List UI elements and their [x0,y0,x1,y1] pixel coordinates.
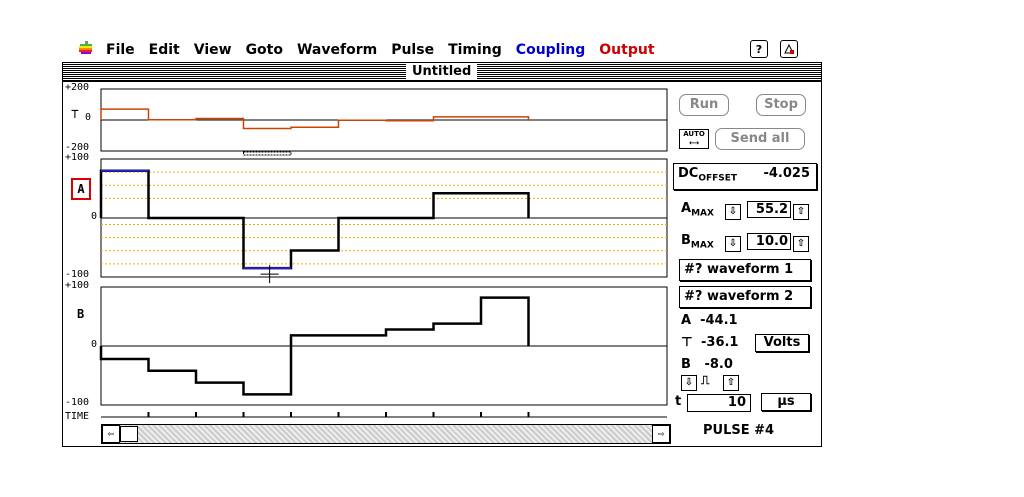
scroll-thumb[interactable] [120,426,138,442]
time-axis-label: TIME [65,411,90,422]
apple-menu-icon[interactable] [78,40,96,60]
offset-icon: ⊤ [71,107,79,122]
b-ymax-label: +100 [65,280,90,291]
t-value-field[interactable]: 10 [687,394,751,412]
menu-view[interactable]: View [194,42,232,58]
a-ymin-label: -100 [65,269,90,280]
menu-file[interactable]: File [106,42,135,58]
dc-offset-value: -4.025 [763,166,810,181]
menu-timing[interactable]: Timing [448,42,502,58]
window-title: Untitled [406,64,478,80]
waveform-scale-icon: ⎍ [701,373,710,387]
menu-goto[interactable]: Goto [246,42,283,58]
channel-a-label[interactable]: A [71,178,91,200]
menu-edit[interactable]: Edit [149,42,180,58]
channel-b-label: B [77,307,85,321]
bmax-label: B [681,233,691,248]
dc-offset-label: DC [678,166,699,181]
app-icon[interactable] [780,40,798,58]
time-unit-button[interactable]: µs [761,393,811,411]
scroll-right-icon[interactable]: ⇨ [652,425,670,443]
menu-waveform[interactable]: Waveform [297,42,377,58]
plot-canvas[interactable] [63,81,669,446]
help-icon[interactable]: ? [750,40,768,58]
waveform1-button[interactable]: #? waveform 1 [679,259,811,281]
menu-coupling[interactable]: Coupling [516,42,585,58]
dc-offset-sub: OFFSET [698,173,738,184]
units-button[interactable]: Volts [755,334,809,352]
bmax-up-icon[interactable]: ⇧ [793,236,809,252]
bmax-value[interactable]: 10.0 [747,233,791,250]
window-title-bar[interactable]: Untitled [63,62,821,82]
bmax-down-icon[interactable]: ⇩ [725,236,741,252]
amax-label: A [681,201,692,216]
auto-label: AUTO [683,130,705,138]
selection-marker [243,151,292,156]
bmax-row: BMAX [681,233,714,251]
auto-toggle[interactable]: AUTO ⟷ [679,129,709,149]
scroll-left-icon[interactable]: ⇦ [102,425,120,443]
b-ymin-label: -100 [65,397,90,408]
top-yzero-label: 0 [85,112,92,123]
top-ymax-label: +200 [65,82,90,93]
horizontal-scrollbar[interactable]: ⇦ ⇨ [101,424,671,444]
b-yzero-label: 0 [91,339,98,350]
scale-up-icon[interactable]: ⇧ [723,375,739,391]
menu-output[interactable]: Output [599,42,654,58]
a-yzero-label: 0 [91,211,98,222]
waveform2-button[interactable]: #? waveform 2 [679,286,811,308]
waveform-top [100,108,530,130]
a-readout: A -44.1 [681,313,738,328]
run-button[interactable]: Run [679,94,729,116]
amax-value[interactable]: 55.2 [747,201,791,218]
b-readout: B -8.0 [681,357,733,372]
bmax-sub: MAX [690,240,714,251]
menu-bar: File Edit View Goto Waveform Pulse Timin… [78,40,669,60]
pulse-label: PULSE #4 [703,423,775,438]
send-all-button[interactable]: Send all [715,128,805,150]
scale-down-icon[interactable]: ⇩ [681,375,697,391]
dc-offset-field[interactable]: DCOFFSET -4.025 [673,163,817,190]
mid-readout: -36.1 [701,335,739,350]
menu-pulse[interactable]: Pulse [391,42,434,58]
t-label: t [675,394,682,409]
control-panel: Run Stop AUTO ⟷ Send all DCOFFSET -4.025 … [669,81,821,446]
amax-row: AMAX [681,201,714,219]
offset-readout-icon: ⊤ [681,335,693,350]
plot-area: +200 0 -200 ⊤ +100 0 -100 A +100 0 -100 … [63,81,671,446]
stop-button[interactable]: Stop [756,94,806,116]
main-window: Untitled +200 0 -200 ⊤ +100 0 -100 A +10… [62,62,822,447]
auto-arrow-icon: ⟷ [688,139,700,147]
menu-right-icons: ? [750,40,798,58]
a-ymax-label: +100 [65,152,90,163]
amax-up-icon[interactable]: ⇧ [793,204,809,220]
amax-sub: MAX [691,208,714,219]
amax-down-icon[interactable]: ⇩ [725,204,741,220]
